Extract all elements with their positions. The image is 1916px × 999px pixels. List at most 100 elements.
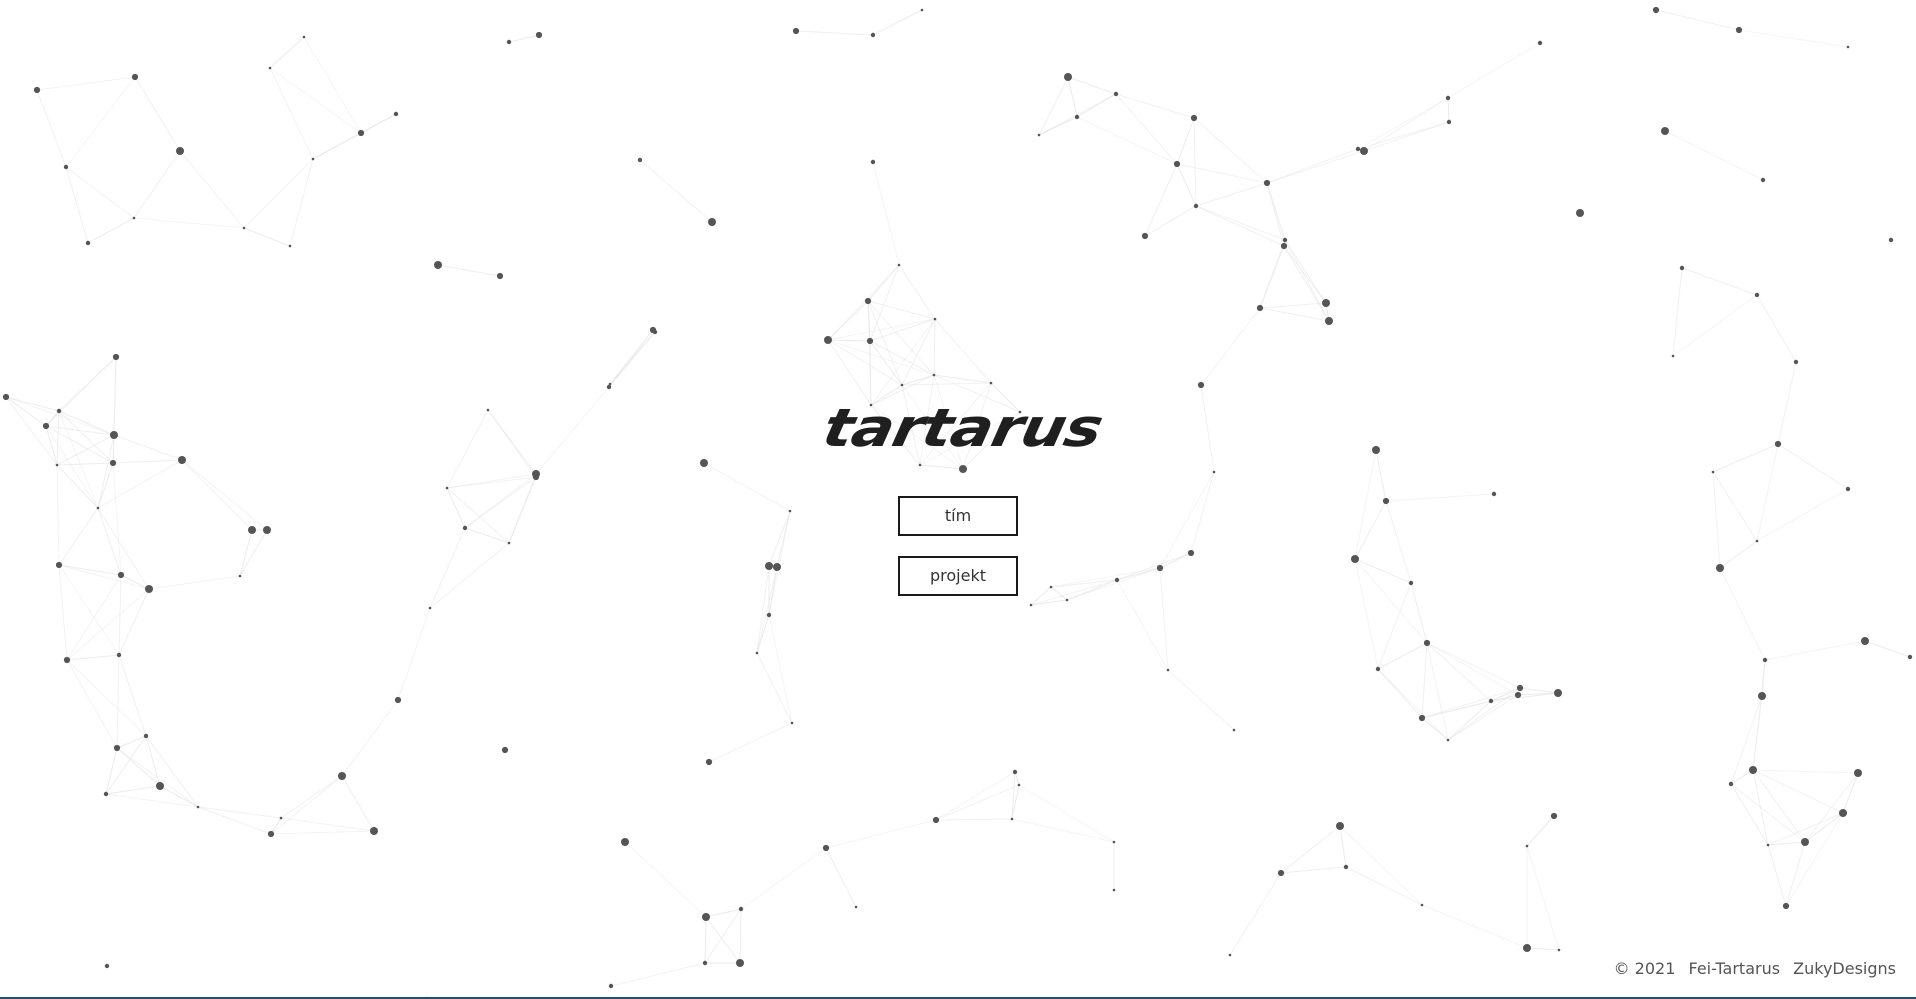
particle-link — [1357, 97, 1449, 150]
particle-dot — [85, 240, 91, 246]
particle-dot — [1263, 179, 1271, 187]
particle-link — [66, 654, 120, 661]
particle-link — [105, 793, 199, 808]
particle-link — [1011, 818, 1115, 843]
particle-dot — [104, 963, 110, 969]
particle-link — [1038, 76, 1069, 136]
particle-dot — [1280, 242, 1288, 250]
particle-link — [280, 817, 375, 832]
particle-dot — [790, 721, 794, 725]
particle-link — [1752, 769, 1844, 814]
particle-link — [1363, 121, 1450, 152]
particle-link — [1115, 93, 1195, 119]
particle-dot — [1336, 822, 1344, 830]
particle-link — [624, 841, 707, 918]
particle-dot — [866, 337, 874, 345]
particle-link — [145, 735, 161, 787]
particle-dot — [608, 983, 614, 989]
particle-dot — [1554, 689, 1562, 697]
particle-link — [1176, 163, 1197, 207]
particle-dot — [242, 226, 246, 230]
particle-link — [1345, 866, 1423, 906]
particle-dot — [1652, 6, 1660, 14]
particle-dot — [496, 272, 504, 280]
particle-dot — [1749, 766, 1757, 774]
particle-dot — [1888, 237, 1894, 243]
particle-link — [341, 775, 375, 832]
particle-dot — [824, 336, 832, 344]
particle-dot — [1762, 657, 1768, 663]
particle-dot — [1758, 692, 1766, 700]
particle-link — [1526, 947, 1560, 951]
particle-link — [1195, 205, 1285, 247]
particle-dot — [1423, 639, 1431, 647]
particle-link — [1672, 267, 1683, 357]
particle-dot — [708, 218, 716, 226]
particle-dot — [1839, 809, 1847, 817]
particle-link — [1076, 116, 1178, 165]
particle-link — [825, 847, 857, 908]
particle-link — [1377, 642, 1428, 670]
particle-link — [66, 588, 150, 661]
particle-dot — [267, 830, 275, 838]
particle-link — [872, 9, 923, 36]
particle-link — [270, 830, 375, 835]
particle-link — [116, 747, 199, 808]
particle-link — [269, 36, 305, 69]
particle-link — [1144, 163, 1178, 237]
particle-link — [116, 747, 161, 787]
particle-link — [1672, 294, 1758, 357]
particle-link — [639, 159, 713, 223]
particle-dot — [1064, 73, 1072, 81]
particle-dot — [268, 66, 272, 70]
particle-link — [1756, 294, 1797, 363]
particle-dot — [103, 791, 109, 797]
particle-dot — [705, 758, 713, 766]
particle-link — [708, 722, 793, 763]
particle-dot — [370, 827, 378, 835]
particle-dot — [116, 652, 122, 658]
particle-link — [133, 217, 245, 229]
project-button[interactable]: projekt — [898, 556, 1018, 596]
particle-link — [705, 908, 742, 918]
particle-dot — [1112, 888, 1116, 892]
particle-dot — [1735, 26, 1743, 34]
particle-link — [1193, 117, 1197, 207]
particle-link — [1738, 29, 1849, 48]
designer-link[interactable]: ZukyDesigns — [1793, 959, 1896, 978]
particle-dot — [1766, 843, 1770, 847]
particle-dot — [1190, 114, 1198, 122]
particle-link — [243, 158, 314, 229]
particle-dot — [1446, 119, 1452, 125]
particle-link — [827, 339, 871, 342]
particle-dot — [932, 373, 936, 377]
particle-link — [1280, 866, 1347, 874]
particle-dot — [1065, 598, 1069, 602]
particle-link — [1283, 245, 1327, 304]
org-link[interactable]: Fei-Tartarus — [1689, 959, 1781, 978]
particle-link — [1447, 687, 1521, 741]
particle-link — [1259, 307, 1330, 322]
particle-link — [65, 76, 136, 168]
particle-dot — [288, 244, 292, 248]
particle-link — [610, 962, 706, 987]
particle-dot — [535, 31, 543, 39]
particle-dot — [1846, 45, 1850, 49]
particle-dot — [897, 263, 901, 267]
team-button[interactable]: tím — [898, 496, 1018, 536]
particle-link — [1767, 844, 1787, 907]
hero: tartarus tím projekt — [0, 396, 1916, 596]
particle-link — [872, 161, 900, 266]
particle-link — [1266, 148, 1359, 184]
particle-link — [243, 227, 291, 247]
particle-link — [768, 614, 793, 724]
particle-dot — [302, 35, 306, 39]
particle-dot — [113, 744, 121, 752]
particle-link — [756, 614, 770, 654]
particle-dot — [1793, 359, 1799, 365]
particle-dot — [1322, 299, 1330, 307]
particle-link — [867, 264, 900, 302]
particle-link — [1284, 239, 1327, 304]
particle-link — [1785, 841, 1806, 907]
particle-dot — [1728, 781, 1734, 787]
